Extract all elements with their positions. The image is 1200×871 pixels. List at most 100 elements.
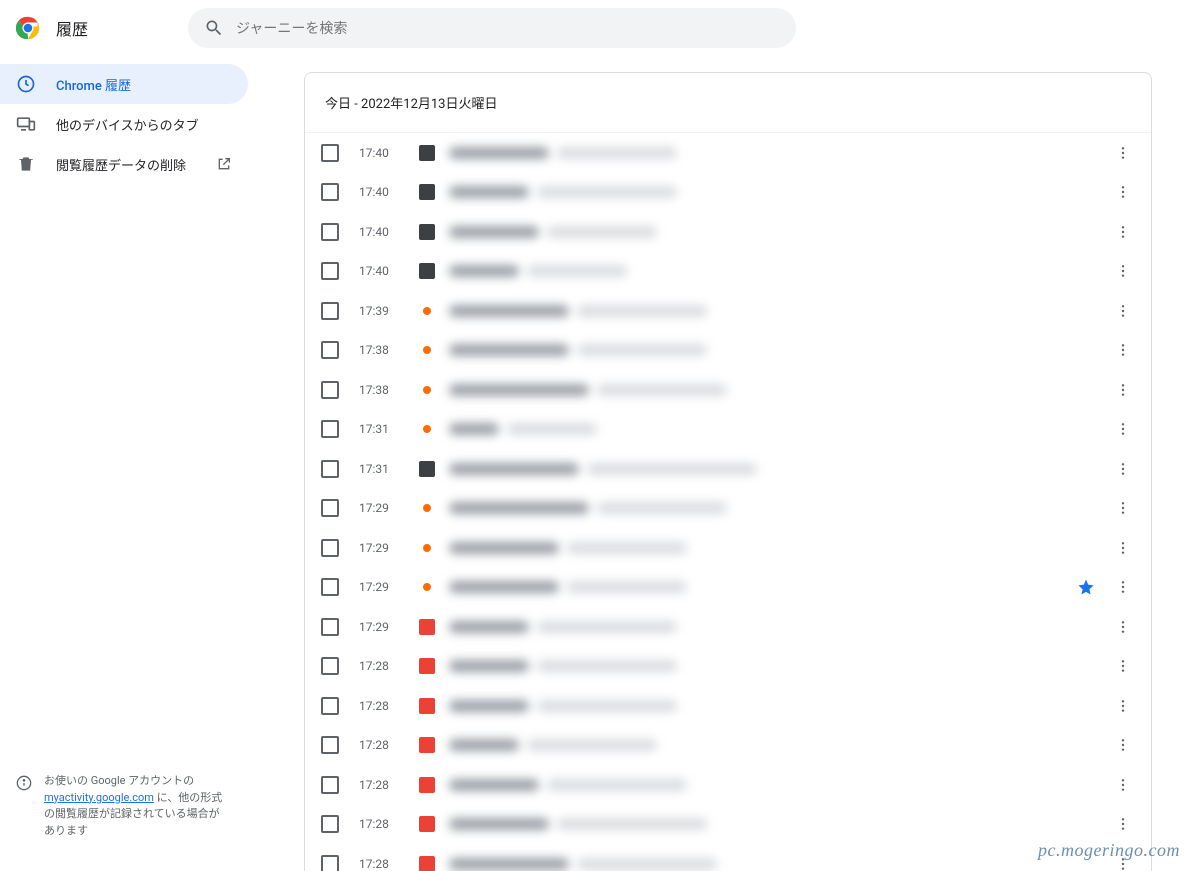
history-time: 17:38 <box>359 383 419 397</box>
checkbox[interactable] <box>321 815 339 833</box>
more-button[interactable] <box>1111 141 1135 165</box>
history-item[interactable]: 17:28 <box>305 686 1151 726</box>
sidebar-item-1[interactable]: 他のデバイスからのタブ <box>0 104 248 144</box>
more-button[interactable] <box>1111 575 1135 599</box>
history-time: 17:28 <box>359 778 419 792</box>
checkbox[interactable] <box>321 657 339 675</box>
history-item[interactable]: 17:28 <box>305 844 1151 871</box>
checkbox[interactable] <box>321 302 339 320</box>
header: 履歴 <box>0 0 1200 56</box>
history-item[interactable]: 17:28 <box>305 765 1151 805</box>
history-item[interactable]: 17:28 <box>305 726 1151 766</box>
checkbox[interactable] <box>321 144 339 162</box>
checkbox[interactable] <box>321 341 339 359</box>
history-item[interactable]: 17:28 <box>305 805 1151 845</box>
checkbox[interactable] <box>321 855 339 871</box>
checkbox[interactable] <box>321 539 339 557</box>
history-item[interactable]: 17:29 <box>305 489 1151 529</box>
checkbox[interactable] <box>321 776 339 794</box>
history-title-blurred <box>449 344 1103 356</box>
devices-icon <box>16 114 36 134</box>
checkbox[interactable] <box>321 420 339 438</box>
external-link-icon <box>216 156 232 172</box>
history-item[interactable]: 17:40 <box>305 173 1151 213</box>
history-time: 17:40 <box>359 225 419 239</box>
history-title-blurred <box>449 463 1103 475</box>
history-item[interactable]: 17:38 <box>305 331 1151 371</box>
history-title-blurred <box>449 621 1103 633</box>
checkbox[interactable] <box>321 736 339 754</box>
more-button[interactable] <box>1111 694 1135 718</box>
favicon-icon <box>423 386 431 394</box>
history-time: 17:38 <box>359 343 419 357</box>
history-item[interactable]: 17:40 <box>305 252 1151 292</box>
more-button[interactable] <box>1111 496 1135 520</box>
history-title-blurred <box>449 502 1103 514</box>
history-title-blurred <box>449 779 1103 791</box>
more-button[interactable] <box>1111 812 1135 836</box>
star-icon <box>1077 578 1095 596</box>
sidebar-item-label: 閲覧履歴データの削除 <box>56 155 186 174</box>
checkbox[interactable] <box>321 262 339 280</box>
checkbox[interactable] <box>321 578 339 596</box>
favicon-icon <box>419 698 435 714</box>
checkbox[interactable] <box>321 499 339 517</box>
checkbox[interactable] <box>321 618 339 636</box>
sidebar-item-0[interactable]: Chrome 履歴 <box>0 64 248 104</box>
more-button[interactable] <box>1111 654 1135 678</box>
search-input[interactable] <box>236 20 780 36</box>
clock-icon <box>16 74 36 94</box>
checkbox[interactable] <box>321 183 339 201</box>
history-item[interactable]: 17:31 <box>305 449 1151 489</box>
history-title-blurred <box>449 739 1103 751</box>
footer-link[interactable]: myactivity.google.com <box>44 791 154 804</box>
more-button[interactable] <box>1111 457 1135 481</box>
history-title-blurred <box>449 858 1103 870</box>
history-title-blurred <box>449 542 1103 554</box>
more-button[interactable] <box>1111 773 1135 797</box>
sidebar-item-2[interactable]: 閲覧履歴データの削除 <box>0 144 248 184</box>
checkbox[interactable] <box>321 223 339 241</box>
history-time: 17:40 <box>359 146 419 160</box>
history-title-blurred <box>449 265 1103 277</box>
favicon-icon <box>419 145 435 161</box>
checkbox[interactable] <box>321 697 339 715</box>
checkbox[interactable] <box>321 460 339 478</box>
more-button[interactable] <box>1111 259 1135 283</box>
history-item[interactable]: 17:40 <box>305 133 1151 173</box>
favicon-icon <box>419 184 435 200</box>
more-button[interactable] <box>1111 536 1135 560</box>
more-button[interactable] <box>1111 180 1135 204</box>
favicon-icon <box>419 856 435 871</box>
history-item[interactable]: 17:40 <box>305 212 1151 252</box>
history-title-blurred <box>449 186 1103 198</box>
history-title-blurred <box>449 818 1103 830</box>
history-title-blurred <box>449 226 1103 238</box>
more-button[interactable] <box>1111 615 1135 639</box>
more-button[interactable] <box>1111 338 1135 362</box>
search-box[interactable] <box>188 8 796 48</box>
history-item[interactable]: 17:29 <box>305 607 1151 647</box>
checkbox[interactable] <box>321 381 339 399</box>
history-title-blurred <box>449 384 1103 396</box>
history-item[interactable]: 17:28 <box>305 647 1151 687</box>
history-item[interactable]: 17:29 <box>305 568 1151 608</box>
more-button[interactable] <box>1111 417 1135 441</box>
favicon-icon <box>423 307 431 315</box>
more-button[interactable] <box>1111 220 1135 244</box>
history-item[interactable]: 17:29 <box>305 528 1151 568</box>
favicon-icon <box>423 544 431 552</box>
history-time: 17:29 <box>359 580 419 594</box>
history-item[interactable]: 17:39 <box>305 291 1151 331</box>
nav-items: Chrome 履歴他のデバイスからのタブ閲覧履歴データの削除 <box>0 64 248 761</box>
history-item[interactable]: 17:38 <box>305 370 1151 410</box>
history-time: 17:40 <box>359 264 419 278</box>
more-button[interactable] <box>1111 733 1135 757</box>
more-button[interactable] <box>1111 378 1135 402</box>
history-time: 17:31 <box>359 422 419 436</box>
sidebar: Chrome 履歴他のデバイスからのタブ閲覧履歴データの削除 お使いの Goog… <box>0 56 256 871</box>
more-button[interactable] <box>1111 299 1135 323</box>
favicon-icon <box>423 425 431 433</box>
history-item[interactable]: 17:31 <box>305 410 1151 450</box>
history-time: 17:29 <box>359 620 419 634</box>
